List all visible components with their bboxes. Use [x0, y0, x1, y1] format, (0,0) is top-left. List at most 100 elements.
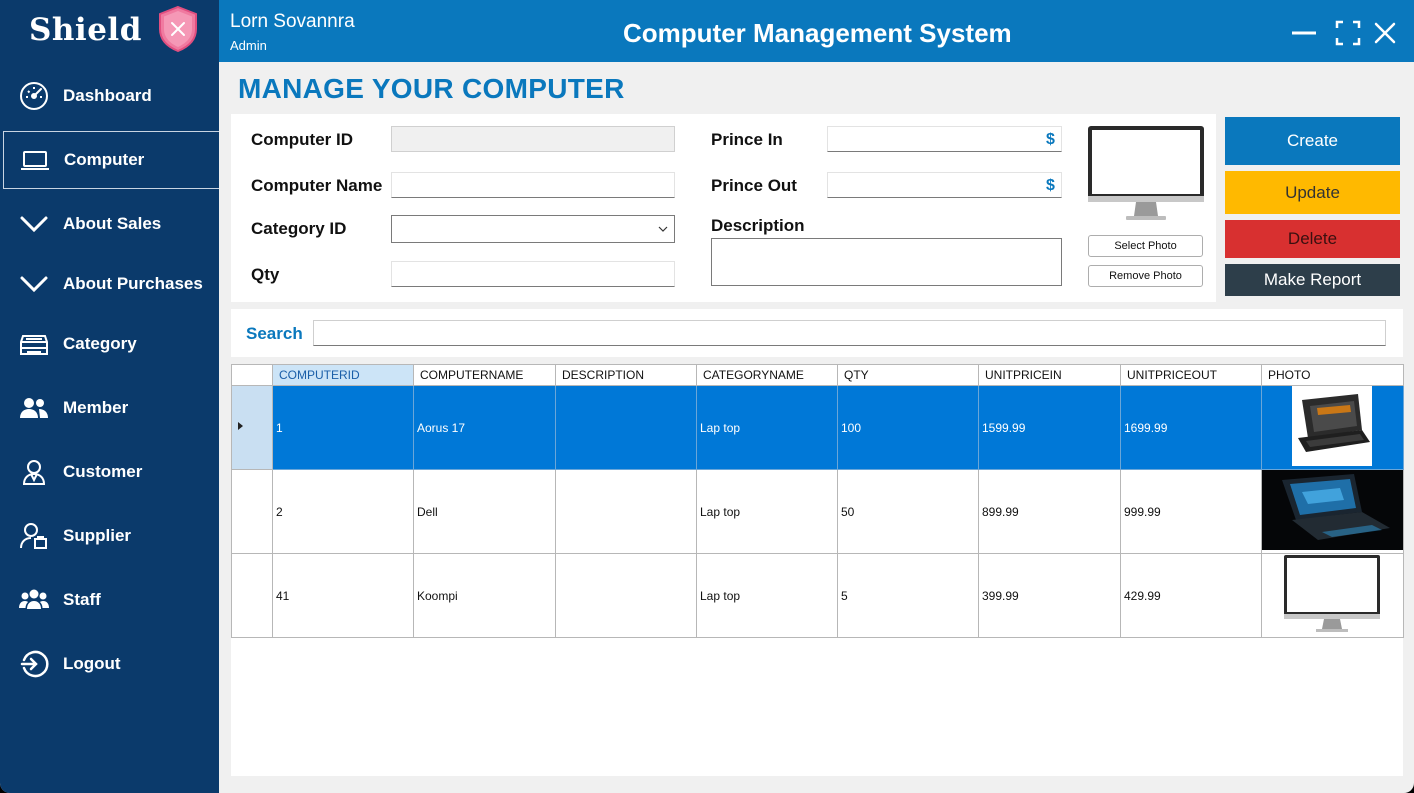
table-header-row: COMPUTERID COMPUTERNAME DESCRIPTION CATE…: [231, 364, 1404, 386]
create-button[interactable]: Create: [1225, 117, 1400, 165]
cell-qty[interactable]: 5: [837, 553, 979, 638]
qty-label: Qty: [251, 265, 280, 284]
cell-photo[interactable]: [1261, 553, 1404, 638]
computer-id-label: Computer ID: [251, 130, 353, 149]
sidebar-item-label: Member: [63, 398, 129, 417]
price-out-currency: $: [1046, 177, 1055, 194]
cell-qty[interactable]: 100: [837, 385, 979, 470]
cell-computer-id[interactable]: 41: [272, 553, 414, 638]
cell-description[interactable]: [555, 469, 697, 554]
sidebar-item-staff[interactable]: Staff: [0, 571, 219, 629]
cell-qty[interactable]: 50: [837, 469, 979, 554]
laptop-icon: [19, 144, 51, 176]
minimize-icon[interactable]: [1290, 19, 1318, 47]
sidebar-item-label: Category: [63, 334, 137, 353]
sidebar-item-label: Staff: [63, 590, 101, 609]
sidebar-item-label: Customer: [63, 462, 143, 481]
description-field[interactable]: [711, 238, 1062, 286]
sidebar-item-label: About Purchases: [63, 274, 203, 293]
cell-photo[interactable]: [1261, 385, 1404, 470]
price-out-label: Prince Out: [711, 176, 797, 195]
search-bar: Search: [231, 309, 1403, 357]
computer-name-label: Computer Name: [251, 176, 383, 195]
title-bar: Lorn Sovannra Admin Computer Management …: [219, 0, 1414, 62]
category-id-label: Category ID: [251, 219, 347, 238]
category-id-select[interactable]: [391, 215, 675, 243]
column-header[interactable]: UNITPRICEOUT: [1120, 364, 1262, 386]
computer-form: Computer ID Computer Name Category ID Qt…: [231, 114, 1216, 302]
column-header[interactable]: UNITPRICEIN: [978, 364, 1121, 386]
speedometer-icon: [18, 80, 50, 112]
cell-category[interactable]: Lap top: [696, 385, 838, 470]
cell-computer-name[interactable]: Dell: [413, 469, 556, 554]
cell-description[interactable]: [555, 553, 697, 638]
remove-photo-button[interactable]: Remove Photo: [1088, 265, 1203, 287]
cell-price-out[interactable]: 999.99: [1120, 469, 1262, 554]
column-header[interactable]: PHOTO: [1261, 364, 1404, 386]
cell-computer-id[interactable]: 2: [272, 469, 414, 554]
cell-computer-name[interactable]: Aorus 17: [413, 385, 556, 470]
column-header[interactable]: COMPUTERID: [272, 364, 414, 386]
maximize-icon[interactable]: [1334, 19, 1362, 47]
sidebar-item-category[interactable]: Category: [0, 315, 219, 373]
cell-category[interactable]: Lap top: [696, 469, 838, 554]
chevron-down-icon: [18, 268, 50, 300]
computer-id-field[interactable]: [391, 126, 675, 152]
logout-icon: [18, 648, 50, 680]
sidebar-item-about-sales[interactable]: About Sales: [0, 195, 219, 253]
column-header[interactable]: QTY: [837, 364, 979, 386]
column-header[interactable]: COMPUTERNAME: [413, 364, 556, 386]
price-in-currency: $: [1046, 131, 1055, 148]
update-button[interactable]: Update: [1225, 171, 1400, 214]
sidebar-item-dashboard[interactable]: Dashboard: [0, 67, 219, 125]
user-name: Lorn Sovannra: [230, 11, 355, 32]
sidebar-item-customer[interactable]: Customer: [0, 443, 219, 501]
sidebar-item-computer[interactable]: Computer: [3, 131, 219, 189]
select-photo-button[interactable]: Select Photo: [1088, 235, 1203, 257]
cell-computer-name[interactable]: Koompi: [413, 553, 556, 638]
page-title: MANAGE YOUR COMPUTER: [238, 73, 625, 104]
price-out-field[interactable]: [827, 172, 1062, 198]
sidebar-item-label: Logout: [63, 654, 121, 673]
cell-price-out[interactable]: 1699.99: [1120, 385, 1262, 470]
computer-name-field[interactable]: [391, 172, 675, 198]
group-icon: [18, 584, 50, 616]
drawer-icon: [18, 328, 50, 360]
cell-price-out[interactable]: 429.99: [1120, 553, 1262, 638]
column-header[interactable]: CATEGORYNAME: [696, 364, 838, 386]
price-in-field[interactable]: [827, 126, 1062, 152]
price-in-label: Prince In: [711, 130, 783, 149]
search-input[interactable]: [313, 320, 1386, 346]
sidebar: Shield Dashboard Computer About Sales Ab…: [0, 0, 219, 793]
close-icon[interactable]: [1371, 19, 1399, 47]
cell-price-in[interactable]: 899.99: [978, 469, 1121, 554]
cell-computer-id[interactable]: 1: [272, 385, 414, 470]
qty-field[interactable]: [391, 261, 675, 287]
delete-button[interactable]: Delete: [1225, 220, 1400, 258]
users-icon: [18, 392, 50, 424]
sidebar-item-supplier[interactable]: Supplier: [0, 507, 219, 565]
chevron-down-icon: [658, 226, 668, 232]
table-row[interactable]: 1 Aorus 17 Lap top 100 1599.99 1699.99: [231, 385, 1404, 470]
table-row[interactable]: 41 Koompi Lap top 5 399.99 429.99: [231, 553, 1404, 638]
cell-photo[interactable]: [1261, 469, 1404, 554]
sidebar-item-logout[interactable]: Logout: [0, 635, 219, 693]
sidebar-item-member[interactable]: Member: [0, 379, 219, 437]
row-header[interactable]: [231, 469, 273, 554]
sidebar-item-label: About Sales: [63, 214, 162, 233]
row-header[interactable]: [231, 553, 273, 638]
shield-logo-icon: [159, 5, 197, 53]
cell-description[interactable]: [555, 385, 697, 470]
make-report-button[interactable]: Make Report: [1225, 264, 1400, 296]
cell-price-in[interactable]: 1599.99: [978, 385, 1121, 470]
row-header[interactable]: [231, 385, 273, 470]
sidebar-item-about-purchases[interactable]: About Purchases: [0, 255, 219, 313]
app-window: Shield Dashboard Computer About Sales Ab…: [0, 0, 1414, 793]
table-row[interactable]: 2 Dell Lap top 50 899.99 999.99: [231, 469, 1404, 554]
cell-category[interactable]: Lap top: [696, 553, 838, 638]
user-role: Admin: [230, 38, 267, 53]
cell-price-in[interactable]: 399.99: [978, 553, 1121, 638]
monitor-photo: [1088, 126, 1204, 220]
column-header[interactable]: DESCRIPTION: [555, 364, 697, 386]
data-table: COMPUTERID COMPUTERNAME DESCRIPTION CATE…: [231, 364, 1404, 638]
